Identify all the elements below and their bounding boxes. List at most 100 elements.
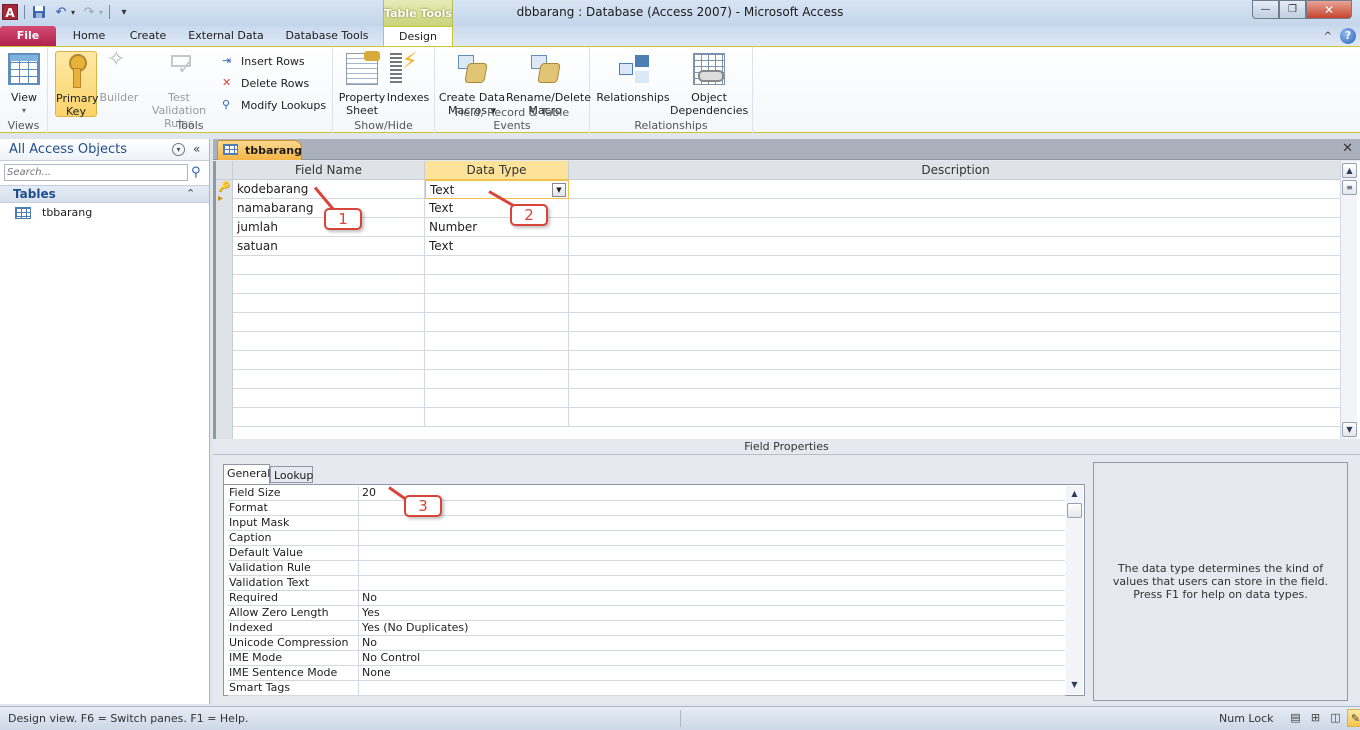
property-row[interactable]: Required No: [228, 591, 1065, 606]
description-cell[interactable]: [569, 313, 1343, 332]
view-button[interactable]: View ▾: [3, 51, 45, 117]
design-view-icon[interactable]: ✎: [1347, 709, 1360, 727]
tab-database-tools[interactable]: Database Tools: [282, 26, 372, 46]
empty-table-row[interactable]: [233, 370, 1343, 389]
property-value[interactable]: None: [362, 666, 391, 680]
description-cell[interactable]: [569, 199, 1343, 218]
tab-lookup[interactable]: Lookup: [270, 466, 313, 483]
indexes-button[interactable]: Indexes: [386, 51, 430, 104]
insert-rows-button[interactable]: ⇥ Insert Rows: [222, 51, 305, 71]
description-cell[interactable]: [569, 408, 1343, 427]
description-cell[interactable]: [569, 370, 1343, 389]
property-row[interactable]: IME Mode No Control: [228, 651, 1065, 666]
empty-table-row[interactable]: [233, 256, 1343, 275]
property-row[interactable]: Unicode Compression No: [228, 636, 1065, 651]
nav-item-tbbarang[interactable]: tbbarang: [0, 203, 209, 223]
select-all-corner[interactable]: [216, 161, 233, 180]
property-row[interactable]: Input Mask: [228, 516, 1065, 531]
relationships-button[interactable]: Relationships: [596, 51, 670, 104]
field-name-cell[interactable]: [233, 332, 425, 351]
modify-lookups-button[interactable]: ⚲ Modify Lookups: [222, 95, 326, 115]
table-row[interactable]: kodebarang Text ▼: [233, 180, 1343, 199]
search-icon[interactable]: ⚲: [191, 165, 201, 180]
data-type-cell[interactable]: [425, 351, 569, 370]
empty-table-row[interactable]: [233, 408, 1343, 427]
property-row[interactable]: Indexed Yes (No Duplicates): [228, 621, 1065, 636]
nav-menu-dropdown-icon[interactable]: ▾: [172, 143, 185, 156]
property-value[interactable]: 20: [362, 486, 376, 500]
nav-title[interactable]: All Access Objects: [9, 142, 127, 157]
chevron-up-icon[interactable]: ⌃: [186, 187, 195, 200]
tab-general[interactable]: General: [223, 464, 270, 484]
field-name-cell[interactable]: [233, 313, 425, 332]
primary-key-button[interactable]: Primary Key: [55, 51, 99, 118]
nav-group-tables[interactable]: Tables ⌃: [0, 185, 209, 203]
property-row[interactable]: Allow Zero Length Yes: [228, 606, 1065, 621]
description-cell[interactable]: [569, 180, 1343, 199]
scroll-up-icon[interactable]: ▲: [1342, 163, 1357, 178]
scroll-thumb[interactable]: ≡: [1342, 180, 1357, 195]
nav-search-input[interactable]: [4, 164, 188, 181]
data-type-cell[interactable]: [425, 408, 569, 427]
property-row[interactable]: IME Sentence Mode None: [228, 666, 1065, 681]
customize-qat-icon[interactable]: ▾: [116, 4, 132, 20]
minimize-ribbon-icon[interactable]: ^: [1324, 31, 1332, 42]
pivot-chart-view-icon[interactable]: ◫: [1327, 709, 1344, 727]
field-name-cell[interactable]: [233, 256, 425, 275]
object-dependencies-button[interactable]: Object Dependencies: [670, 51, 748, 117]
tab-design[interactable]: Design: [383, 26, 453, 47]
empty-table-row[interactable]: [233, 294, 1343, 313]
property-value[interactable]: No: [362, 591, 377, 605]
table-row[interactable]: jumlah Number: [233, 218, 1343, 237]
column-header-description[interactable]: Description: [569, 161, 1343, 180]
property-row[interactable]: Caption: [228, 531, 1065, 546]
property-row[interactable]: Field Size 20: [228, 486, 1065, 501]
property-row[interactable]: Validation Rule: [228, 561, 1065, 576]
document-tab-tbbarang[interactable]: tbbarang: [217, 140, 302, 160]
tab-create[interactable]: Create: [124, 26, 172, 46]
description-cell[interactable]: [569, 275, 1343, 294]
properties-scrollbar[interactable]: ▲ ▼: [1066, 486, 1083, 694]
field-name-cell[interactable]: [233, 275, 425, 294]
restore-button[interactable]: ❐: [1279, 0, 1306, 19]
field-name-cell[interactable]: kodebarang: [233, 180, 425, 199]
data-type-cell[interactable]: [425, 313, 569, 332]
field-name-cell[interactable]: [233, 351, 425, 370]
property-value[interactable]: No Control: [362, 651, 420, 665]
field-name-cell[interactable]: [233, 389, 425, 408]
save-icon[interactable]: [31, 4, 47, 20]
description-cell[interactable]: [569, 256, 1343, 275]
delete-rows-button[interactable]: ✕ Delete Rows: [222, 73, 309, 93]
minimize-button[interactable]: —: [1252, 0, 1279, 19]
column-header-data-type[interactable]: Data Type: [425, 161, 569, 180]
field-name-cell[interactable]: satuan: [233, 237, 425, 256]
table-row[interactable]: satuan Text: [233, 237, 1343, 256]
data-type-cell[interactable]: [425, 294, 569, 313]
primary-key-row-icon[interactable]: 🔑▸: [218, 182, 232, 204]
data-type-cell[interactable]: [425, 275, 569, 294]
scroll-down-icon[interactable]: ▼: [1342, 422, 1357, 437]
help-icon[interactable]: ?: [1340, 28, 1356, 44]
property-row[interactable]: Format: [228, 501, 1065, 516]
property-value[interactable]: No: [362, 636, 377, 650]
tab-file[interactable]: File: [0, 26, 56, 46]
property-value[interactable]: Yes (No Duplicates): [362, 621, 468, 635]
tab-external-data[interactable]: External Data: [186, 26, 266, 46]
scroll-up-icon[interactable]: ▲: [1067, 487, 1082, 502]
pivot-table-view-icon[interactable]: ⊞: [1307, 709, 1324, 727]
empty-table-row[interactable]: [233, 332, 1343, 351]
datasheet-view-icon[interactable]: ▤: [1287, 709, 1304, 727]
empty-table-row[interactable]: [233, 389, 1343, 408]
property-sheet-button[interactable]: Property Sheet: [338, 51, 386, 117]
data-type-cell[interactable]: [425, 332, 569, 351]
description-cell[interactable]: [569, 332, 1343, 351]
close-button[interactable]: ✕: [1306, 0, 1352, 19]
field-name-cell[interactable]: [233, 370, 425, 389]
shutter-bar-collapse-icon[interactable]: «: [193, 142, 200, 156]
description-cell[interactable]: [569, 237, 1343, 256]
property-value[interactable]: Yes: [362, 606, 380, 620]
empty-table-row[interactable]: [233, 313, 1343, 332]
field-name-cell[interactable]: [233, 294, 425, 313]
redo-dropdown-icon[interactable]: ▾: [99, 8, 103, 17]
property-row[interactable]: Validation Text: [228, 576, 1065, 591]
